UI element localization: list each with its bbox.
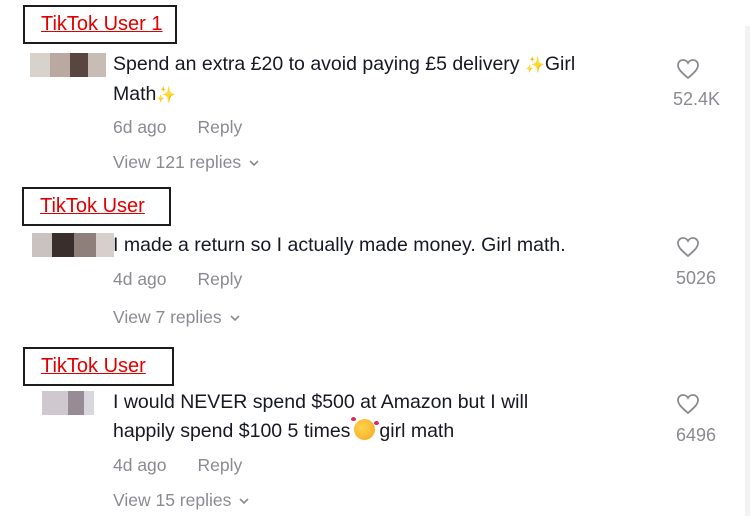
like-count: 6496	[675, 425, 716, 445]
view-replies-button[interactable]: View 15 replies	[113, 490, 249, 511]
smiling-face-with-hearts-icon	[351, 417, 380, 440]
heart-outline-icon[interactable]	[676, 236, 700, 258]
comment-text: I made a return so I actually made money…	[113, 234, 566, 256]
view-replies-button[interactable]: View 121 replies	[113, 152, 259, 173]
view-replies-button[interactable]: View 7 replies	[113, 307, 240, 328]
view-replies-label[interactable]: View 7 replies	[113, 307, 222, 328]
avatar[interactable]	[30, 53, 106, 77]
like-count: 52.4K	[672, 89, 720, 109]
comment-text: Spend an extra £20 to avoid paying £5 de…	[113, 53, 576, 105]
username-label[interactable]: TikTok User	[22, 187, 171, 226]
username-label[interactable]: TikTok User	[23, 347, 174, 386]
sparkles-icon: ✨	[156, 87, 177, 104]
chevron-down-icon	[230, 314, 240, 321]
comment-age: 4d ago	[113, 269, 167, 289]
reply-button[interactable]: Reply	[198, 269, 243, 290]
view-replies-label[interactable]: View 15 replies	[113, 490, 231, 511]
heart-outline-icon[interactable]	[676, 58, 700, 80]
username-label[interactable]: TikTok User 1	[23, 5, 177, 44]
comment-meta: 4d ago Reply	[113, 269, 242, 290]
username-text[interactable]: TikTok User	[40, 195, 145, 217]
comment-meta: 4d ago Reply	[113, 455, 242, 476]
heart-outline-icon[interactable]	[676, 393, 700, 415]
comment-age: 4d ago	[113, 455, 167, 475]
reply-button[interactable]: Reply	[198, 455, 243, 476]
comment-text: I would NEVER spend $500 at Amazon but I…	[113, 391, 529, 442]
username-text[interactable]: TikTok User 1	[41, 13, 163, 35]
chevron-down-icon	[239, 497, 249, 504]
reply-button[interactable]: Reply	[198, 117, 243, 138]
comment-meta: 6d ago Reply	[113, 117, 242, 138]
avatar[interactable]	[42, 391, 94, 415]
comment-age: 6d ago	[113, 117, 167, 137]
username-text[interactable]: TikTok User	[41, 355, 146, 377]
scrollbar[interactable]	[745, 26, 750, 516]
avatar[interactable]	[32, 233, 114, 257]
chevron-down-icon	[249, 159, 259, 166]
view-replies-label[interactable]: View 121 replies	[113, 152, 241, 173]
sparkles-icon: ✨	[524, 57, 545, 74]
like-count: 5026	[675, 268, 716, 288]
